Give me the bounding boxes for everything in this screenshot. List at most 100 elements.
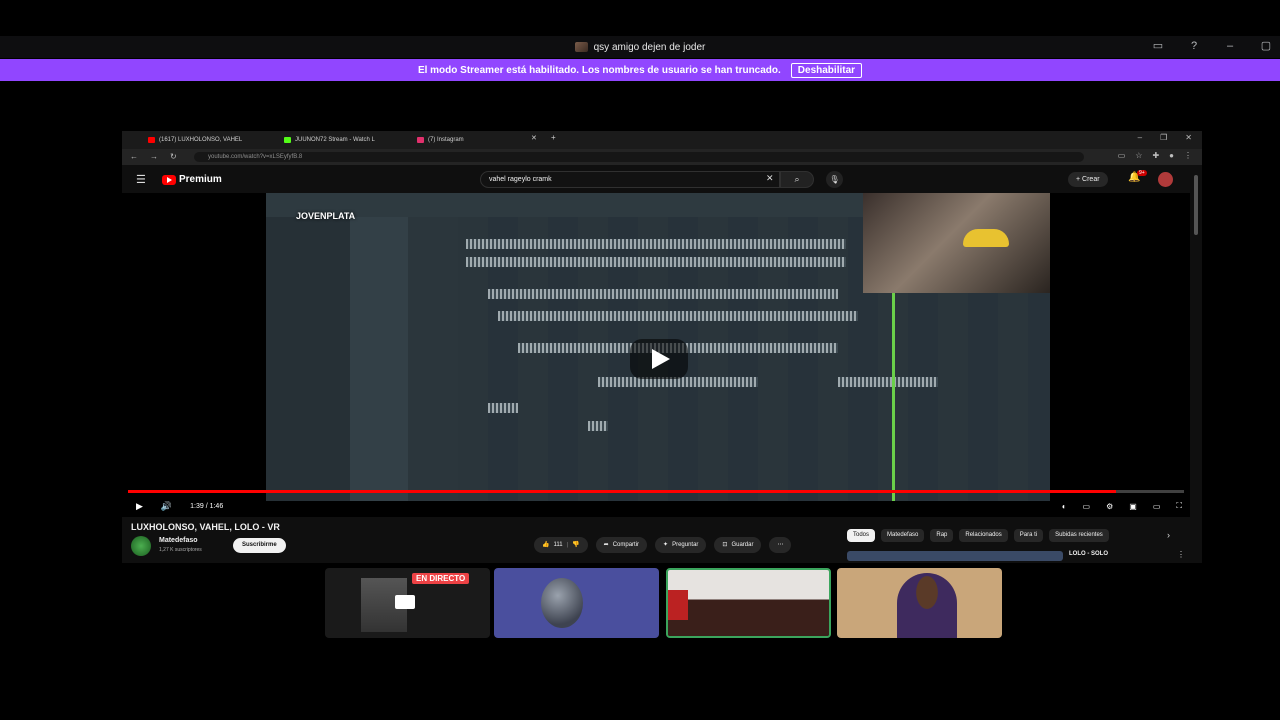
save-button[interactable]: ⊡ Guardar [714, 537, 762, 553]
subscribe-button[interactable]: Suscribirme [233, 538, 286, 553]
banner-text: El modo Streamer está habilitado. Los no… [417, 64, 781, 76]
chevron-right-icon[interactable]: › [1167, 530, 1170, 540]
browser-tab-instagram[interactable]: (7) Instagram [417, 135, 464, 145]
play-overlay-icon[interactable] [630, 339, 688, 379]
streamer-mode-banner: El modo Streamer está habilitado. Los no… [0, 59, 1280, 81]
chip-recent[interactable]: Subidas recientes [1049, 529, 1109, 542]
youtube-header: ☰ Premium vahel rageylo cramk ✕ ⌕ 🎙 + Cr… [122, 167, 1202, 193]
browser-tab-kick[interactable]: JUUNON72 Stream - Watch L [284, 135, 375, 145]
play-icon[interactable]: ▶ [136, 501, 143, 512]
like-icon: 👍 [542, 542, 550, 548]
notification-badge: 9+ [1137, 170, 1147, 176]
extension-icon[interactable]: ✚ [1152, 151, 1159, 160]
disable-streamer-button[interactable]: Deshabilitar [790, 62, 863, 78]
chip-channel[interactable]: Matedefaso [881, 529, 925, 542]
server-icon [574, 42, 588, 52]
hamburger-icon[interactable]: ☰ [136, 173, 146, 186]
shared-screen[interactable]: (1617) LUXHOLONSO, VAHEL JUUNON72 Stream… [122, 131, 1202, 563]
volume-icon[interactable]: 🔊 [161, 501, 172, 512]
channel-name: qsy amigo dejen de joder [593, 41, 706, 53]
mic-icon[interactable]: 🎙 [826, 171, 843, 188]
recommended-thumbnail[interactable] [847, 551, 1063, 561]
filter-chips: Todos Matedefaso Rap Relacionados Para t… [847, 529, 1109, 542]
miniplayer-icon[interactable]: ▣ [1129, 502, 1137, 511]
clear-search-icon[interactable]: ✕ [766, 173, 774, 184]
cast-icon[interactable]: ▭ [1118, 151, 1126, 160]
fullscreen-icon[interactable]: ⛶ [1176, 501, 1182, 511]
participant-tile-stream[interactable]: EN DIRECTO [325, 568, 490, 638]
close-tab-icon[interactable]: ✕ [531, 134, 537, 142]
autoplay-toggle-icon[interactable]: ◐ [1062, 502, 1067, 511]
channel-name[interactable]: Matedefaso [159, 537, 198, 544]
more-icon[interactable]: ⋮ [1184, 151, 1192, 160]
youtube-play-icon [162, 174, 176, 185]
share-label: Compartir [612, 542, 640, 548]
webcam-object [668, 590, 688, 620]
settings-icon[interactable]: ⚙ [1106, 502, 1113, 511]
theater-icon[interactable]: ▭ [1153, 502, 1161, 511]
instagram-icon [417, 137, 424, 143]
more-actions-button[interactable]: ⋯ [769, 537, 792, 553]
restore-icon[interactable]: ❐ [1160, 133, 1167, 142]
share-button[interactable]: ➦ Compartir [595, 537, 648, 553]
url-field[interactable]: youtube.com/watch?v=xLSEyfyfB.8 [194, 152, 1084, 162]
participant-tile-speaking[interactable] [666, 568, 831, 638]
daw-channels [350, 217, 408, 501]
close-icon[interactable]: ✕ [1185, 133, 1192, 142]
create-button[interactable]: + Crear [1068, 172, 1108, 187]
daw-browser [266, 217, 350, 501]
video-player[interactable]: JOVENPLATA ▶ 🔊 1:39 / 1:46 ◐ ▭ ⚙ ▣ ▭ ⛶ [122, 193, 1190, 517]
recommended-title[interactable]: LOLO - SOLO [1069, 551, 1108, 557]
tab-label: JUUNON72 Stream - Watch L [295, 137, 375, 143]
video-actions: 👍 111 | 👎 ➦ Compartir ✦ Preguntar ⊡ Guar… [534, 537, 792, 553]
webcam-feed [668, 570, 829, 636]
avatar[interactable] [1158, 172, 1173, 187]
screen-share-icon [395, 595, 415, 609]
reload-icon[interactable]: ↻ [170, 152, 177, 161]
channel-avatar[interactable] [131, 536, 151, 556]
recommended-item[interactable]: LOLO - SOLO ⋮ [847, 550, 1197, 563]
tab-label: (7) Instagram [428, 137, 464, 143]
tab-label: (1617) LUXHOLONSO, VAHEL [159, 137, 243, 143]
search-icon[interactable]: ⌕ [780, 171, 814, 188]
ask-button[interactable]: ✦ Preguntar [655, 537, 707, 553]
participant-tile-avatar[interactable] [494, 568, 659, 638]
sparkle-icon: ✦ [663, 542, 669, 548]
stream-overlay-text: JOVENPLATA [296, 211, 356, 221]
streamer-webcam [863, 193, 1050, 293]
star-icon[interactable]: ☆ [1135, 151, 1142, 160]
browser-tab-youtube[interactable]: (1617) LUXHOLONSO, VAHEL [148, 135, 242, 145]
profile-icon[interactable]: ● [1169, 151, 1174, 160]
youtube-logo[interactable]: Premium [162, 174, 222, 185]
progress-bar[interactable] [128, 490, 1184, 493]
chip-todos[interactable]: Todos [847, 529, 876, 542]
minimize-icon[interactable]: – [1222, 40, 1238, 52]
dislike-icon[interactable]: 👎 [572, 537, 579, 553]
chip-rap[interactable]: Rap [930, 529, 954, 542]
back-icon[interactable]: ← [130, 152, 138, 161]
time-display: 1:39 / 1:46 [190, 503, 224, 510]
share-icon: ➦ [603, 542, 609, 548]
ask-label: Preguntar [672, 542, 699, 548]
more-icon[interactable]: ⋮ [1177, 550, 1185, 559]
scrollbar[interactable] [1194, 175, 1198, 235]
bookmark-icon: ⊡ [722, 542, 728, 548]
screen-icon[interactable]: ▭ [1150, 39, 1166, 52]
minimize-icon[interactable]: – [1138, 133, 1142, 142]
like-button[interactable]: 👍 111 | 👎 [534, 537, 588, 553]
maximize-icon[interactable]: ▢ [1258, 39, 1274, 52]
search-input[interactable]: vahel rageylo cramk [480, 171, 780, 188]
chip-for-you[interactable]: Para ti [1013, 529, 1044, 542]
logo-text: Premium [179, 174, 222, 185]
subtitles-icon[interactable]: ▭ [1083, 502, 1091, 511]
webcam-feed [897, 573, 957, 638]
video-title: LUXHOLONSO, VAHEL, LOLO - VR [131, 522, 280, 532]
help-icon[interactable]: ? [1186, 40, 1202, 52]
chip-related[interactable]: Relacionados [959, 529, 1008, 542]
new-tab-icon[interactable]: + [551, 133, 556, 142]
progress-fill [128, 490, 1117, 493]
channel-row: Matedefaso 1,27 K suscriptores Suscribir… [131, 536, 531, 556]
participant-tile-camera[interactable] [837, 568, 1002, 638]
channel-title: qsy amigo dejen de joder [574, 41, 706, 53]
forward-icon[interactable]: → [150, 152, 158, 161]
